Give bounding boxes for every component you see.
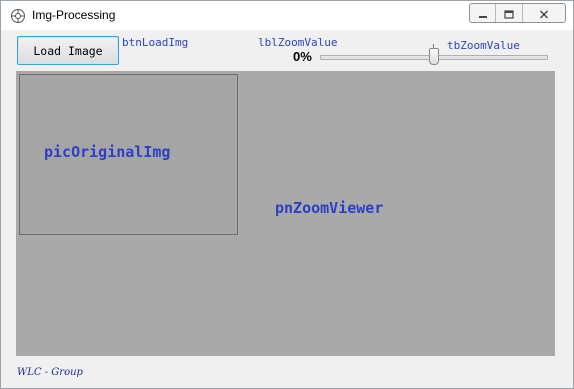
original-image-picturebox: picOriginalImg [19, 74, 238, 235]
trackbar-thumb[interactable] [429, 48, 439, 65]
zoom-viewer-panel[interactable]: picOriginalImg pnZoomViewer [16, 71, 555, 356]
picturebox-design-label: picOriginalImg [44, 143, 171, 161]
maximize-icon [504, 4, 514, 23]
load-image-button[interactable]: Load Image [17, 36, 119, 65]
minimize-icon [478, 4, 488, 23]
title-bar[interactable]: Img-Processing [1, 1, 573, 30]
zoom-trackbar[interactable] [320, 44, 548, 68]
zoom-value-label: 0% [293, 49, 312, 64]
footer-credit: WLC - Group [17, 367, 83, 378]
close-icon [539, 4, 549, 23]
close-button[interactable] [523, 4, 565, 22]
maximize-button[interactable] [496, 4, 523, 23]
load-button-design-label: btnLoadImg [122, 36, 189, 49]
panel-design-label: pnZoomViewer [275, 199, 384, 217]
app-window: Img-Processing Load Image btnLoadImg lbl… [0, 0, 574, 389]
app-icon [10, 8, 26, 24]
window-title: Img-Processing [32, 8, 116, 22]
form-client-area: Load Image btnLoadImg lblZoomValue 0% tb… [7, 30, 567, 382]
window-controls [469, 3, 566, 23]
minimize-button[interactable] [470, 4, 497, 23]
